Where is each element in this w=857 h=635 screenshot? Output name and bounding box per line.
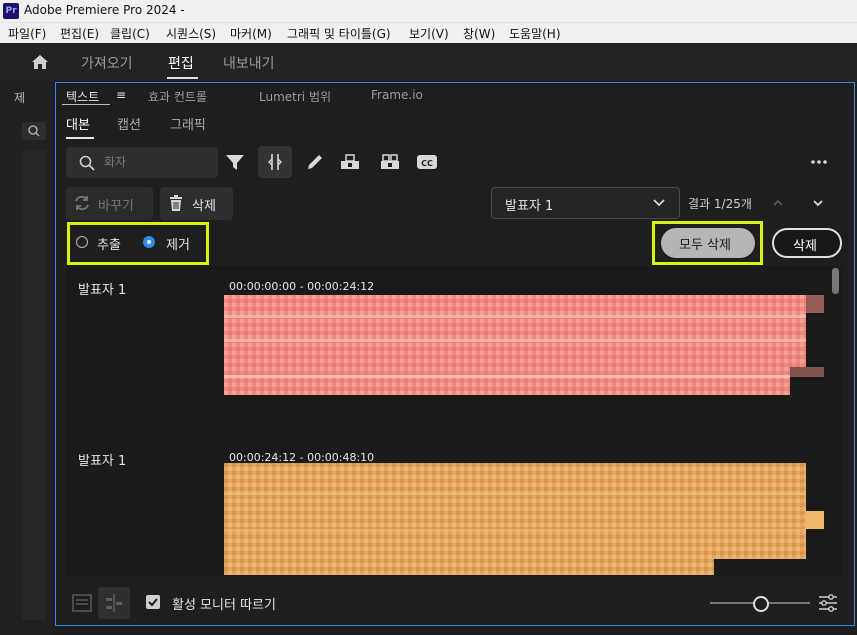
active-subtab-indicator bbox=[66, 137, 94, 139]
svg-text:CC: CC bbox=[421, 159, 433, 168]
menu-file[interactable]: 파일(F) bbox=[8, 25, 46, 42]
delete-all-button[interactable]: 모두 삭제 bbox=[661, 228, 755, 258]
follow-monitor-label[interactable]: 활성 모니터 따르기 bbox=[172, 594, 276, 613]
transcript-list[interactable]: 발표자 1 00:00:00:00 - 00:00:24:12 발표자 1 00… bbox=[66, 266, 843, 576]
subtab-graphics[interactable]: 그래픽 bbox=[170, 114, 206, 133]
settings-sliders-icon[interactable] bbox=[817, 593, 839, 613]
search-icon bbox=[79, 155, 95, 171]
menu-sequence[interactable]: 시퀀스(S) bbox=[166, 25, 216, 42]
workspace-tab-edit[interactable]: 편집 bbox=[168, 53, 194, 73]
delete-all-button-label: 모두 삭제 bbox=[679, 238, 731, 253]
merge-clip-icon[interactable] bbox=[339, 151, 361, 173]
next-result-icon[interactable] bbox=[811, 196, 825, 210]
transcript-timecode: 00:00:00:00 - 00:00:24:12 bbox=[229, 280, 375, 293]
workspace-bar: 가져오기 편집 내보내기 bbox=[0, 43, 857, 81]
tab-text[interactable]: 텍스트 bbox=[66, 88, 99, 105]
tab-effect-controls[interactable]: 효과 컨트롤 bbox=[148, 88, 207, 105]
transcript-scrollbar[interactable] bbox=[832, 268, 839, 294]
transcript-speaker[interactable]: 발표자 1 bbox=[78, 279, 126, 298]
subtab-captions[interactable]: 캡션 bbox=[117, 114, 141, 133]
menu-window[interactable]: 창(W) bbox=[463, 25, 495, 42]
pen-icon[interactable] bbox=[304, 151, 326, 173]
left-panel-list bbox=[22, 150, 46, 620]
transcript-view-icon[interactable] bbox=[71, 592, 93, 614]
menu-bar: 파일(F) 편집(E) 클립(C) 시퀀스(S) 마커(M) 그래픽 및 타이틀… bbox=[0, 22, 857, 44]
delete-confirm-button-label: 삭제 bbox=[793, 239, 817, 254]
menu-help[interactable]: 도움말(H) bbox=[509, 25, 561, 42]
tab-frameio[interactable]: Frame.io bbox=[371, 88, 423, 102]
checkmark-icon bbox=[148, 598, 158, 607]
radio-remove-label[interactable]: 제거 bbox=[166, 234, 190, 253]
blurred-transcript-text[interactable] bbox=[224, 463, 824, 576]
left-panel-title[interactable]: 제 bbox=[14, 89, 25, 106]
panel-menu-icon[interactable]: ≡ bbox=[116, 88, 126, 102]
sync-icon bbox=[106, 594, 122, 612]
menu-clip[interactable]: 클립(C) bbox=[110, 25, 150, 42]
search-icon bbox=[28, 125, 40, 137]
menu-edit[interactable]: 편집(E) bbox=[60, 25, 99, 42]
menu-view[interactable]: 보기(V) bbox=[409, 25, 449, 42]
transcript-speaker[interactable]: 발표자 1 bbox=[78, 450, 126, 469]
radio-remove[interactable] bbox=[143, 236, 155, 248]
cc-icon[interactable]: CC bbox=[416, 151, 438, 173]
home-icon[interactable] bbox=[29, 51, 51, 73]
blurred-transcript-text[interactable] bbox=[224, 295, 824, 401]
speaker-dropdown-value: 발표자 1 bbox=[505, 199, 554, 214]
left-panel-search[interactable] bbox=[22, 122, 46, 140]
split-clip-icon[interactable] bbox=[379, 151, 401, 173]
delete-confirm-button[interactable]: 삭제 bbox=[772, 228, 842, 258]
zoom-slider-handle[interactable] bbox=[753, 596, 769, 612]
active-panel-tab-indicator bbox=[62, 104, 110, 105]
window-title: Adobe Premiere Pro 2024 - bbox=[24, 3, 185, 17]
filter-icon[interactable] bbox=[224, 151, 246, 173]
chevron-down-icon bbox=[653, 199, 665, 207]
replace-button-label: 바꾸기 bbox=[98, 199, 134, 214]
radio-extract-label[interactable]: 추출 bbox=[97, 234, 121, 253]
workspace-tab-export[interactable]: 내보내기 bbox=[223, 53, 275, 73]
split-icon[interactable] bbox=[264, 151, 286, 173]
delete-button[interactable]: 삭제 bbox=[160, 187, 233, 220]
radio-extract[interactable] bbox=[76, 236, 88, 248]
replace-button[interactable]: 바꾸기 bbox=[66, 187, 153, 220]
delete-button-label: 삭제 bbox=[192, 199, 216, 214]
tab-lumetri-scopes[interactable]: Lumetri 범위 bbox=[259, 88, 331, 105]
more-icon[interactable] bbox=[808, 151, 830, 173]
replace-icon bbox=[75, 195, 89, 211]
sync-button[interactable] bbox=[98, 587, 130, 619]
trash-icon bbox=[170, 195, 182, 211]
menu-marker[interactable]: 마커(M) bbox=[230, 25, 272, 42]
previous-result-icon[interactable] bbox=[771, 196, 785, 210]
subtab-transcript[interactable]: 대본 bbox=[66, 114, 90, 133]
follow-monitor-checkbox[interactable] bbox=[146, 595, 160, 609]
menu-graphics[interactable]: 그래픽 및 타이틀(G) bbox=[287, 25, 391, 42]
premiere-app-icon: Pr bbox=[3, 3, 19, 19]
search-input[interactable] bbox=[104, 151, 212, 173]
search-results-count: 결과 1/25개 bbox=[688, 197, 752, 211]
active-workspace-indicator bbox=[167, 77, 198, 79]
workspace-tab-import[interactable]: 가져오기 bbox=[81, 53, 133, 73]
